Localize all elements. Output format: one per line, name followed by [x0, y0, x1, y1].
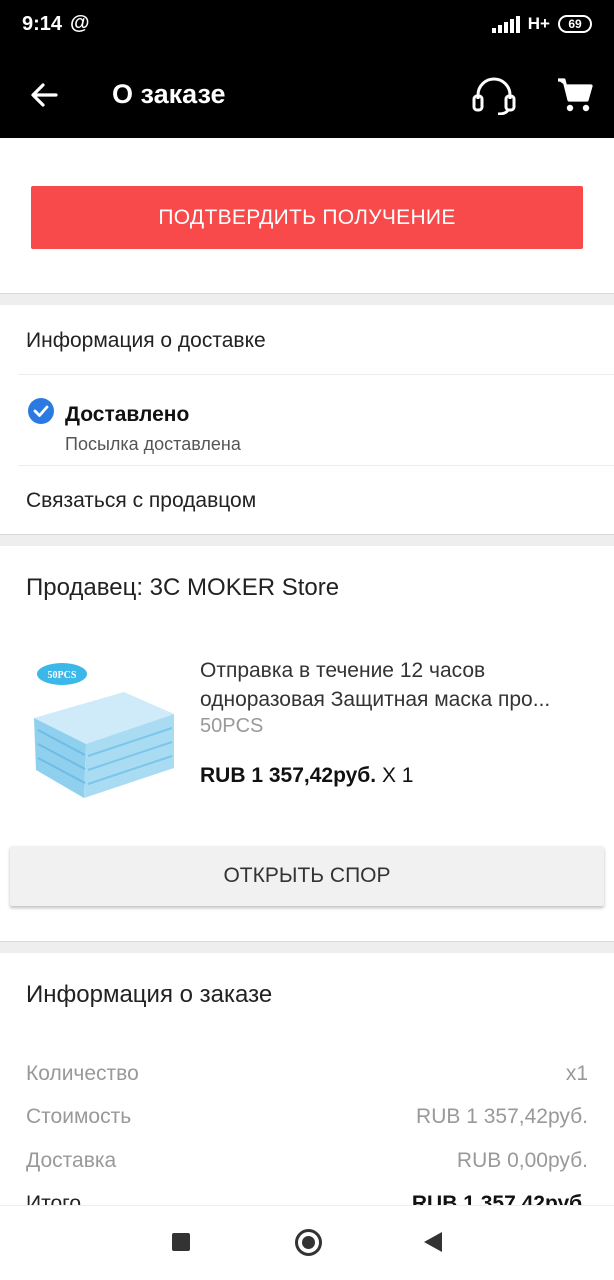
- home-icon[interactable]: [295, 1229, 322, 1256]
- delivery-status-detail: Посылка доставлена: [65, 434, 241, 454]
- order-row-value: RUB 1 357,42руб.: [416, 1105, 588, 1128]
- order-row-value: RUB 0,00руб.: [456, 1149, 588, 1172]
- product-title[interactable]: Отправка в течение 12 часов одноразовая …: [200, 656, 595, 714]
- check-circle-icon: [28, 398, 54, 424]
- page-title: О заказе: [112, 79, 226, 109]
- status-time: 9:14: [22, 13, 63, 35]
- product-variant: 50PCS: [200, 715, 264, 737]
- headset-support-icon[interactable]: [470, 75, 518, 116]
- product-badge-text: 50PCS: [48, 670, 77, 681]
- order-row-quantity: Количество x1: [26, 1062, 588, 1086]
- divider: [18, 374, 614, 375]
- system-nav-bar: [0, 1205, 614, 1280]
- section-divider: [0, 941, 614, 953]
- open-dispute-button[interactable]: ОТКРЫТЬ СПОР: [10, 846, 604, 906]
- product-title-line2: одноразовая Защитная маска про...: [200, 688, 551, 711]
- battery-icon: 69: [558, 15, 592, 33]
- app-bar: О заказе: [0, 52, 614, 138]
- order-row-shipping: Доставка RUB 0,00руб.: [26, 1149, 588, 1173]
- divider: [18, 465, 614, 466]
- back-arrow-icon[interactable]: [26, 77, 62, 113]
- order-row-label: Доставка: [26, 1149, 117, 1172]
- cart-icon[interactable]: [556, 77, 594, 113]
- section-divider: [0, 534, 614, 546]
- product-title-line1: Отправка в течение 12 часов: [200, 659, 486, 682]
- product-price-row: RUB 1 357,42руб. X 1: [200, 764, 414, 788]
- confirm-receipt-button[interactable]: ПОДТВЕРДИТЬ ПОЛУЧЕНИЕ: [31, 186, 583, 249]
- order-info-header: Информация о заказе: [26, 981, 273, 1008]
- at-icon: @: [70, 12, 90, 34]
- signal-icon: [491, 15, 520, 33]
- recents-icon[interactable]: [172, 1233, 190, 1251]
- seller-name[interactable]: Продавец: 3C MOKER Store: [26, 574, 339, 602]
- status-bar: 9:14 @ H+ 69: [0, 0, 614, 52]
- order-row-value: x1: [565, 1062, 588, 1085]
- delivery-info-link[interactable]: Информация о доставке: [26, 329, 266, 353]
- product-quantity: X 1: [381, 764, 414, 787]
- product-price: RUB 1 357,42руб.: [200, 764, 377, 787]
- product-image[interactable]: 50PCS: [28, 652, 182, 808]
- delivery-status: Доставлено: [65, 403, 190, 426]
- contact-seller-link[interactable]: Связаться с продавцом: [26, 489, 256, 513]
- order-row-cost: Стоимость RUB 1 357,42руб.: [26, 1105, 588, 1129]
- order-row-label: Количество: [26, 1062, 139, 1085]
- section-divider: [0, 293, 614, 305]
- network-type: H+: [527, 14, 550, 33]
- order-row-label: Стоимость: [26, 1105, 132, 1128]
- back-triangle-icon[interactable]: [424, 1232, 442, 1252]
